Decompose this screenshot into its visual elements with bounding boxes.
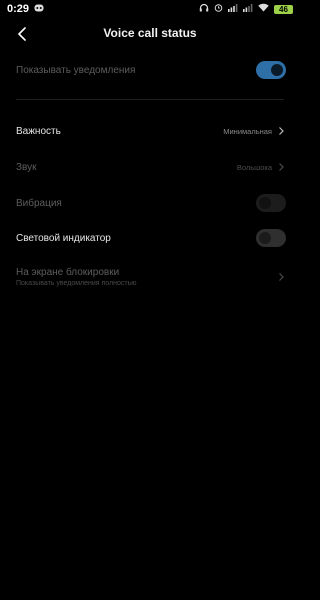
alarm-icon [214, 3, 223, 15]
sound-label: Звук [16, 161, 37, 173]
discord-icon [34, 4, 44, 15]
show-notifications-toggle[interactable] [256, 61, 286, 79]
screen: 0:29 46 Voice call status Показывать уве… [0, 0, 300, 600]
status-time: 0:29 [7, 3, 30, 15]
headphones-icon [199, 3, 209, 15]
sound-value-group: Вольшока [237, 162, 286, 172]
toggle-knob [259, 197, 271, 209]
vibration-toggle[interactable] [256, 194, 286, 212]
show-notifications-label: Показывать уведомления [16, 64, 136, 76]
status-left: 0:29 [7, 3, 44, 15]
page-title: Voice call status [103, 26, 197, 40]
lock-screen-label: На экране блокировки [16, 267, 120, 278]
light-indicator-toggle[interactable] [256, 229, 286, 247]
chevron-right-icon [279, 163, 284, 171]
lock-screen-text: На экране блокировки Показывать уведомле… [16, 267, 137, 287]
lock-screen-row[interactable]: На экране блокировки Показывать уведомле… [16, 264, 286, 290]
header: Voice call status [0, 22, 300, 46]
vibration-row[interactable]: Вибрация [16, 193, 286, 213]
toggle-knob [271, 64, 283, 76]
sound-value: Вольшока [236, 162, 272, 172]
signal-bars-2-icon [243, 3, 253, 15]
lock-screen-sublabel: Показывать уведомления полностью [16, 280, 137, 287]
importance-value-group: Минимальная [223, 126, 286, 136]
status-bar: 0:29 46 [0, 0, 300, 18]
importance-value: Минимальная [223, 126, 272, 136]
wifi-icon [258, 3, 269, 15]
chevron-right-icon [279, 273, 284, 281]
signal-bars-1-icon [228, 3, 238, 15]
importance-row[interactable]: Важность Минимальная [16, 122, 286, 140]
importance-label: Важность [16, 125, 61, 137]
light-indicator-row[interactable]: Световой индикатор [16, 228, 286, 248]
light-indicator-label: Световой индикатор [16, 232, 111, 244]
divider [16, 99, 284, 100]
show-notifications-row[interactable]: Показывать уведомления [16, 59, 286, 81]
vibration-label: Вибрация [16, 197, 62, 209]
status-right: 46 [199, 3, 293, 15]
sound-row[interactable]: Звук Вольшока [16, 158, 286, 176]
toggle-knob [259, 232, 271, 244]
chevron-right-icon [279, 127, 284, 135]
battery-icon: 46 [274, 4, 293, 14]
